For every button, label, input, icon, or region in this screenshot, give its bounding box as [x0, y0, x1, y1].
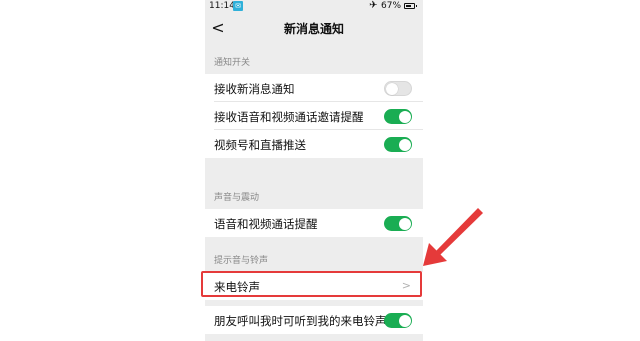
- annotation-arrow-icon: [423, 208, 483, 266]
